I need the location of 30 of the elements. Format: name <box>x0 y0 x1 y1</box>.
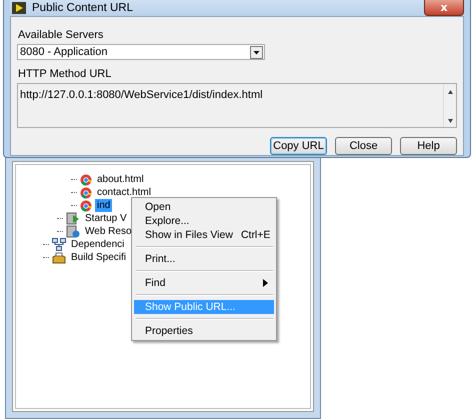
dialog-button[interactable]: Close <box>335 137 392 155</box>
menu-item[interactable]: Open <box>134 200 274 214</box>
menu-item[interactable]: Properties <box>134 324 274 338</box>
dialog-button[interactable]: Help <box>400 137 457 155</box>
field-label: HTTP Method URL <box>18 68 112 80</box>
menu-item[interactable]: Find <box>134 276 274 290</box>
window-title: Public Content URL <box>32 2 133 14</box>
browser-file-icon <box>80 174 92 186</box>
menu-item[interactable]: Explore... <box>134 214 274 228</box>
tree-item[interactable]: about.html <box>95 173 146 186</box>
url-field[interactable]: http://127.0.0.1:8080/WebService1/dist/index.html <box>17 83 457 128</box>
browser-file-icon <box>80 200 92 212</box>
dialog-button[interactable]: Copy URL <box>270 137 327 155</box>
tree-item[interactable]: Web Reso <box>83 225 134 238</box>
tree-item[interactable]: Dependenci <box>69 238 126 251</box>
startup-icon <box>66 212 80 225</box>
menu-item[interactable]: Print... <box>134 252 274 266</box>
menu-item[interactable]: Show in Files View Ctrl+E <box>134 228 274 242</box>
browser-file-icon <box>80 186 92 198</box>
tree-item[interactable]: Startup V <box>83 212 129 225</box>
tree-item[interactable]: ind <box>95 199 112 212</box>
box-icon <box>52 251 66 264</box>
server-dropdown[interactable]: 8080 - Application <box>17 44 265 60</box>
network-icon <box>52 238 66 251</box>
web-folder-icon <box>66 225 80 238</box>
field-label: Available Servers <box>18 29 104 41</box>
play-icon <box>12 2 26 14</box>
tree-item[interactable]: Build Specifi <box>69 251 128 264</box>
tree-item[interactable]: contact.html <box>95 186 153 199</box>
scroll-bar[interactable] <box>443 84 456 127</box>
